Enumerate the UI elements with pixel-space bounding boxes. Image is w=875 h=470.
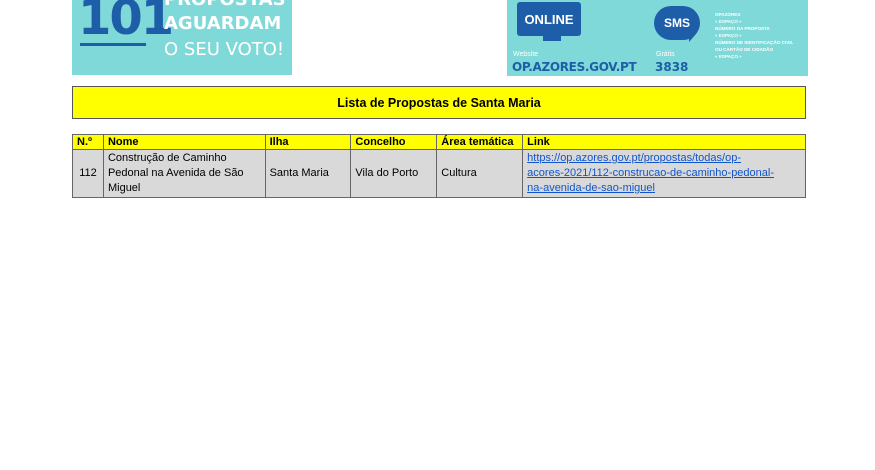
banner-line-1: PROPOSTAS (164, 0, 286, 10)
monitor-stand-icon (543, 36, 561, 41)
gratis-label: Grátis (656, 51, 675, 58)
proposal-name-line: Construção de Caminho (107, 152, 227, 164)
online-label: ONLINE (524, 11, 574, 27)
sms-label: SMS (663, 16, 690, 30)
column-header-area: Área temática (436, 134, 524, 150)
website-label: Website (513, 51, 539, 58)
column-header-ilha: Ilha (264, 134, 352, 150)
proposal-link-line: acores-2021/112-construcao-de-caminho-pe… (527, 167, 775, 179)
online-monitor-icon: ONLINE (517, 2, 581, 36)
proposal-count: 101 (78, 0, 174, 46)
proposal-municipality: Vila do Porto (350, 149, 438, 198)
sms-number: 3838 (655, 60, 689, 74)
sms-instruction-line: « ESPAÇO » (715, 33, 742, 38)
proposal-island: Santa Maria (264, 149, 352, 198)
number-underline (80, 43, 146, 46)
sms-instructions: OPAZORES « ESPAÇO » NÚMERO DA PROPOSTA «… (715, 11, 807, 60)
sms-instruction-line: OU CARTÃO DE CIDADÃO (715, 47, 774, 52)
sms-instruction-line: « ESPAÇO » (715, 54, 742, 59)
table-row: 112 Construção de Caminho Pedonal na Ave… (72, 149, 806, 198)
table-header-row: N.º Nome Ilha Concelho Área temática Lin… (72, 134, 806, 150)
sms-instruction-line: OPAZORES (715, 12, 741, 17)
sms-instruction-line: « ESPAÇO » (715, 19, 742, 24)
vote-banner: 101 PROPOSTAS AGUARDAM O SEU VOTO! (72, 0, 292, 75)
proposal-link-cell: https://op.azores.gov.pt/propostas/todas… (522, 149, 806, 198)
banner-line-2: AGUARDAM (164, 13, 282, 34)
proposal-name: Construção de Caminho Pedonal na Avenida… (102, 149, 266, 198)
proposal-name-line: Miguel (107, 182, 141, 194)
voting-channels-banner: ONLINE Website OP.AZORES.GOV.PT SMS Grát… (507, 0, 808, 76)
proposal-link-line: https://op.azores.gov.pt/propostas/todas… (527, 152, 741, 164)
proposal-theme: Cultura (436, 149, 524, 198)
sms-instruction-line: NÚMERO DA PROPOSTA (715, 26, 770, 31)
sms-bubble-tail (689, 34, 696, 42)
column-header-link: Link (522, 134, 806, 150)
proposal-name-line: Pedonal na Avenida de São (107, 167, 244, 179)
page-title: Lista de Propostas de Santa Maria (72, 86, 806, 119)
proposal-link[interactable]: https://op.azores.gov.pt/propostas/todas… (527, 151, 801, 196)
proposal-number: 112 (72, 149, 104, 198)
column-header-nome: Nome (102, 134, 266, 150)
proposal-link-line: na-avenida-de-sao-miguel (527, 182, 655, 194)
proposals-table: N.º Nome Ilha Concelho Área temática Lin… (72, 134, 806, 198)
banner-line-3: O SEU VOTO! (164, 39, 285, 60)
column-header-concelho: Concelho (350, 134, 438, 150)
website-url: OP.AZORES.GOV.PT (512, 60, 637, 74)
column-header-number: N.º (72, 134, 104, 150)
sms-instruction-line: NÚMERO DE IDENTIFICAÇÃO CIVIL (715, 40, 794, 45)
